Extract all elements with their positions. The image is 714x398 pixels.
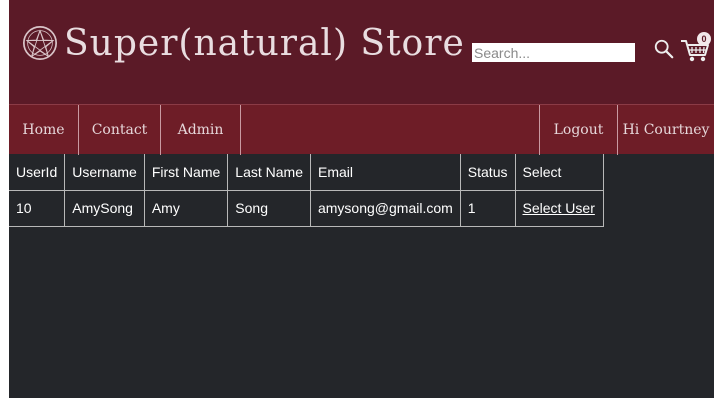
users-table: UserId Username First Name Last Name Ema… — [9, 154, 604, 227]
cell-first-name: Amy — [144, 190, 229, 227]
nav-item-logout[interactable]: Logout — [539, 105, 618, 155]
search-icon[interactable] — [653, 38, 675, 60]
table-row: 10 AmySong Amy Song amysong@gmail.com 1 … — [9, 190, 604, 227]
cell-status: 1 — [460, 190, 516, 227]
cell-email: amysong@gmail.com — [310, 190, 461, 227]
pentacle-icon — [22, 25, 58, 61]
cart-count-badge: 0 — [697, 32, 711, 46]
column-header-last-name: Last Name — [227, 154, 311, 191]
cell-username: AmySong — [64, 190, 145, 227]
nav-item-greeting[interactable]: Hi Courtney — [618, 105, 714, 155]
column-header-userid: UserId — [9, 154, 66, 191]
column-header-username: Username — [64, 154, 145, 191]
cell-select: Select User — [515, 190, 604, 227]
select-user-link[interactable]: Select User — [523, 200, 595, 216]
nav-item-contact[interactable]: Contact — [79, 105, 161, 155]
cell-last-name: Song — [227, 190, 311, 227]
nav-bar: Home Contact Admin Logout Hi Courtney — [9, 104, 714, 155]
nav-item-home[interactable]: Home — [9, 105, 79, 155]
cell-userid: 10 — [9, 190, 66, 227]
column-header-first-name: First Name — [144, 154, 229, 191]
page: Super(natural) Store 0 Home Contact Admi… — [9, 0, 714, 398]
nav-item-admin[interactable]: Admin — [161, 105, 241, 155]
header: Super(natural) Store 0 — [9, 0, 714, 104]
store-title: Super(natural) Store — [64, 23, 465, 64]
column-header-email: Email — [310, 154, 461, 191]
table-header-row: UserId Username First Name Last Name Ema… — [9, 154, 604, 191]
column-header-select: Select — [515, 154, 604, 191]
search-input[interactable] — [472, 43, 635, 62]
column-header-status: Status — [460, 154, 516, 191]
